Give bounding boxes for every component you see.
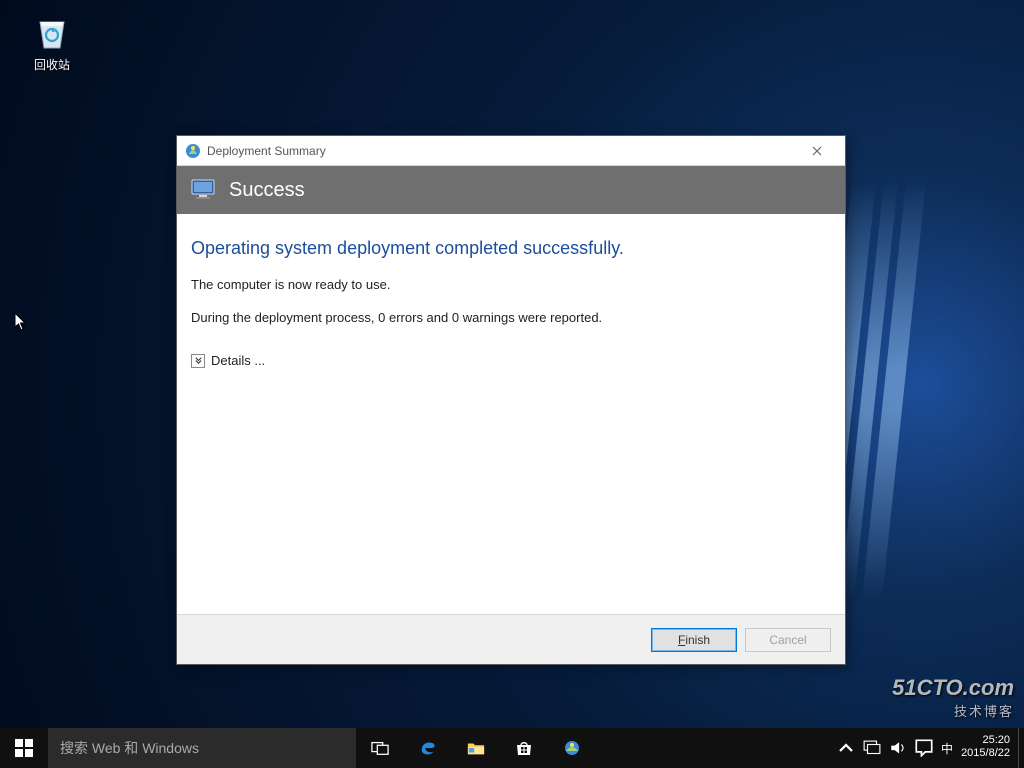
watermark: 51CTO.com 技术博客 (892, 675, 1014, 720)
recycle-bin[interactable]: 回收站 (16, 12, 88, 73)
edge-button[interactable] (404, 728, 452, 768)
task-view-button[interactable] (356, 728, 404, 768)
search-input[interactable]: 搜索 Web 和 Windows (48, 728, 356, 768)
clock-time: 25:20 (961, 734, 1010, 747)
edge-icon (419, 739, 437, 757)
dialog-footer: Finish Cancel (177, 614, 845, 664)
banner-title: Success (229, 179, 305, 202)
tray-network[interactable] (863, 739, 881, 757)
tray-volume[interactable] (889, 739, 907, 757)
cancel-button: Cancel (745, 628, 831, 652)
dialog-title: Deployment Summary (207, 144, 797, 158)
running-app-button[interactable] (548, 728, 596, 768)
notification-icon (915, 739, 933, 757)
recycle-bin-label: 回收站 (16, 56, 88, 73)
tray-action-center[interactable] (915, 739, 933, 757)
cursor-icon (14, 312, 28, 332)
search-placeholder: 搜索 Web 和 Windows (60, 738, 199, 758)
chevron-down-icon (191, 354, 205, 368)
ime-indicator[interactable]: 中 (941, 739, 953, 757)
details-toggle[interactable]: Details ... (191, 353, 265, 368)
recycle-bin-icon (32, 12, 72, 52)
ready-text: The computer is now ready to use. (191, 277, 831, 292)
dialog-content: Operating system deployment completed su… (177, 214, 845, 614)
titlebar[interactable]: Deployment Summary (177, 136, 845, 166)
globe-icon (563, 739, 581, 757)
store-icon (515, 739, 533, 757)
details-label: Details ... (211, 353, 265, 368)
file-explorer-button[interactable] (452, 728, 500, 768)
dialog-app-icon (185, 143, 201, 159)
close-icon (812, 146, 822, 156)
desktop: 回收站 Deployment Summary Succe (0, 0, 1024, 768)
monitor-icon (191, 179, 217, 201)
system-tray: 中 (833, 728, 957, 768)
volume-icon (889, 740, 907, 756)
report-text: During the deployment process, 0 errors … (191, 310, 831, 325)
taskbar: 搜索 Web 和 Windows (0, 728, 1024, 768)
headline: Operating system deployment completed su… (191, 238, 831, 259)
start-button[interactable] (0, 728, 48, 768)
clock-date: 2015/8/22 (961, 747, 1010, 760)
show-desktop-button[interactable] (1018, 728, 1024, 768)
finish-button[interactable]: Finish (651, 628, 737, 652)
taskbar-clock[interactable]: 25:20 2015/8/22 (957, 728, 1018, 768)
network-icon (863, 740, 881, 756)
windows-icon (15, 739, 33, 757)
folder-icon (467, 739, 485, 757)
store-button[interactable] (500, 728, 548, 768)
finish-rest: inish (685, 633, 710, 647)
chevron-up-icon (837, 739, 855, 757)
watermark-line2: 技术博客 (892, 701, 1014, 720)
watermark-line1: 51CTO.com (892, 675, 1014, 701)
banner: Success (177, 166, 845, 214)
close-button[interactable] (797, 136, 837, 165)
task-view-icon (371, 739, 389, 757)
tray-chevron-up[interactable] (837, 739, 855, 757)
deployment-summary-dialog: Deployment Summary Success Operating sys… (176, 135, 846, 665)
